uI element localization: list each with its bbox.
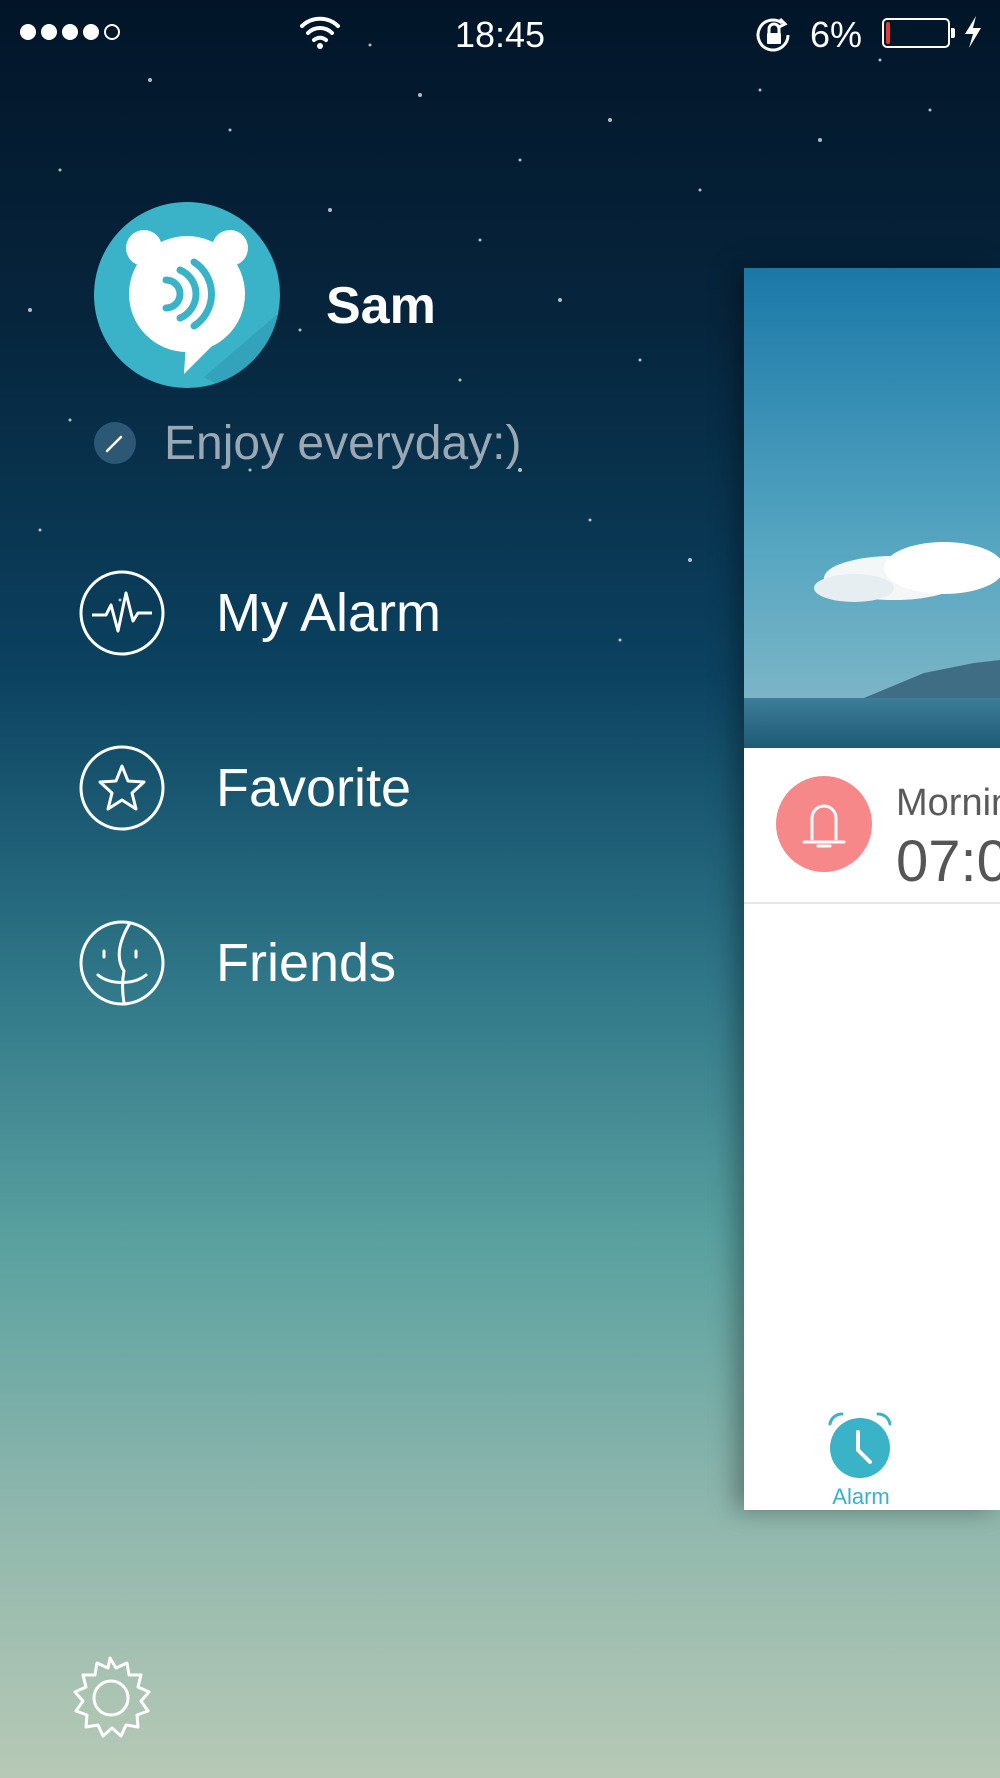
edit-pencil-icon[interactable] xyxy=(94,422,136,464)
menu-item-favorite[interactable]: Favorite xyxy=(78,743,638,833)
battery-percent: 6% xyxy=(810,14,863,55)
user-name: Sam xyxy=(326,277,436,335)
menu-label: Friends xyxy=(216,933,397,993)
face-icon xyxy=(79,920,165,1006)
alarm-list-item[interactable]: Mornin 07:0 xyxy=(744,748,1000,904)
main-content-card[interactable]: Mornin 07:0 Alarm xyxy=(744,268,1000,1510)
menu-label: Favorite xyxy=(216,758,412,818)
pulse-icon xyxy=(79,570,165,656)
alarm-clock-tab-icon[interactable] xyxy=(824,1408,896,1480)
bell-icon xyxy=(776,776,872,872)
profile-tagline[interactable]: Enjoy everyday:) xyxy=(164,416,522,471)
gear-icon[interactable] xyxy=(66,1654,154,1742)
status-bar: 18:45 6% xyxy=(0,0,1000,66)
star-icon xyxy=(79,745,165,831)
charging-bolt-icon xyxy=(965,16,981,48)
rotation-lock-icon xyxy=(756,17,790,52)
avatar[interactable] xyxy=(94,202,280,388)
alarm-name: Mornin xyxy=(896,782,1000,824)
battery-level xyxy=(886,22,890,44)
status-time: 18:45 xyxy=(454,14,546,55)
signal-strength-indicator xyxy=(20,24,120,40)
alarm-clock-logo-icon xyxy=(126,230,280,388)
wifi-icon xyxy=(300,16,340,49)
menu-item-friends[interactable]: Friends xyxy=(78,918,638,1008)
sky-landscape-image xyxy=(744,268,1000,748)
tab-alarm-label[interactable]: Alarm xyxy=(806,1484,916,1510)
alarm-time: 07:0 xyxy=(896,829,1000,894)
menu-label: My Alarm xyxy=(216,583,442,643)
menu-item-my-alarm[interactable]: My Alarm xyxy=(78,568,638,658)
battery-icon xyxy=(882,18,955,48)
